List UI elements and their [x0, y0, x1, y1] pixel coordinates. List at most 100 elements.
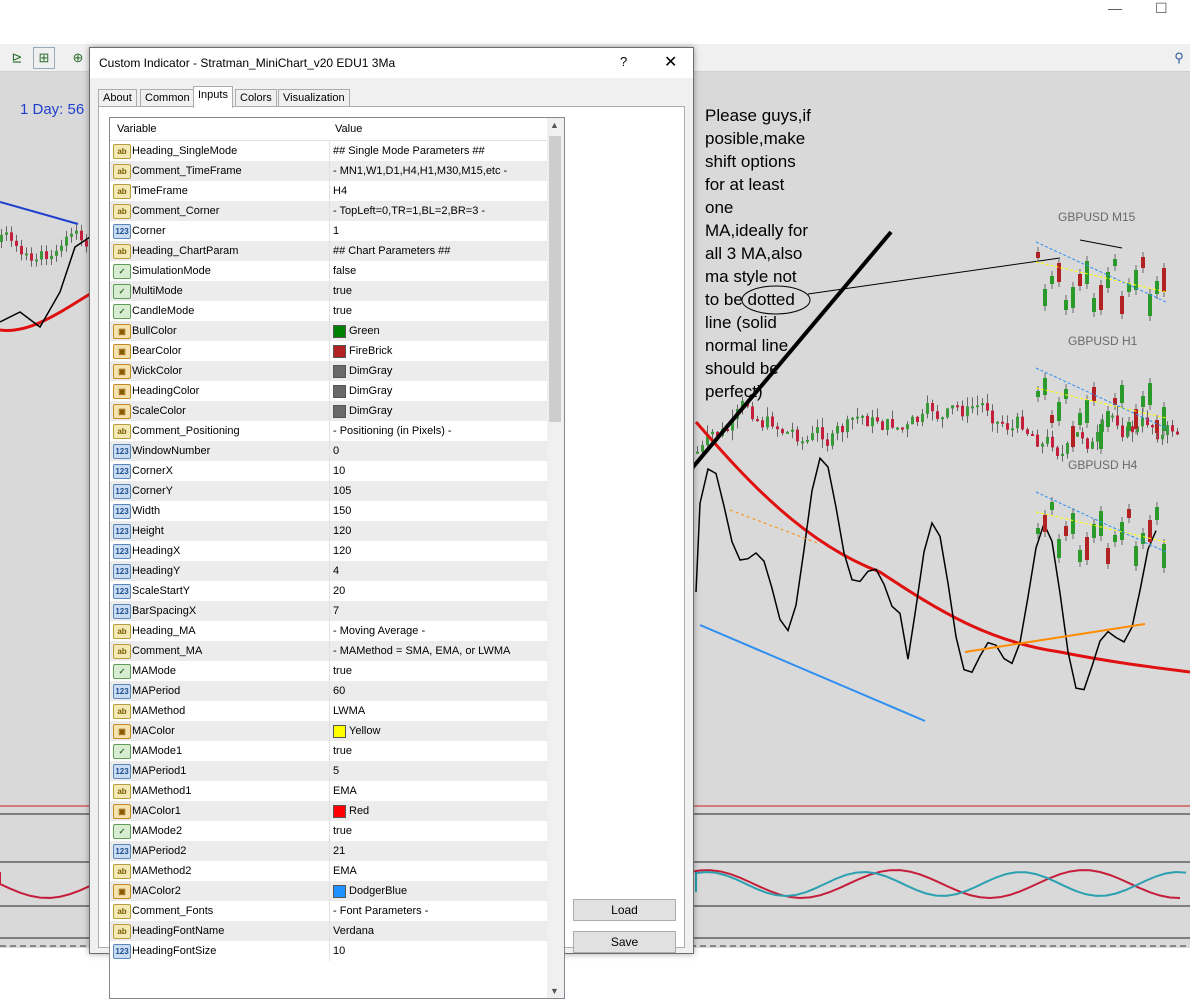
- table-row[interactable]: ▣ WickColor DimGray: [110, 361, 548, 381]
- close-button[interactable]: ✕: [664, 52, 677, 72]
- add-indicator-icon[interactable]: ⊕: [67, 47, 89, 69]
- tab-inputs[interactable]: Inputs: [193, 86, 233, 108]
- help-button[interactable]: ?: [620, 54, 627, 69]
- variable-value[interactable]: 120: [333, 545, 351, 557]
- table-row[interactable]: ab MAMethod LWMA: [110, 701, 548, 721]
- variable-value[interactable]: 5: [333, 765, 339, 777]
- variable-value[interactable]: - Font Parameters -: [333, 905, 428, 917]
- table-row[interactable]: ▣ MAColor2 DodgerBlue: [110, 881, 548, 901]
- variable-value[interactable]: DimGray: [349, 405, 392, 417]
- table-row[interactable]: 123 CornerY 105: [110, 481, 548, 501]
- variable-value[interactable]: 20: [333, 585, 345, 597]
- table-row[interactable]: 123 Corner 1: [110, 221, 548, 241]
- variable-value[interactable]: 0: [333, 445, 339, 457]
- scroll-chart-icon[interactable]: ⊵: [6, 47, 28, 69]
- variable-value[interactable]: Green: [349, 325, 380, 337]
- table-row[interactable]: ▣ ScaleColor DimGray: [110, 401, 548, 421]
- table-row[interactable]: ✓ MultiMode true: [110, 281, 548, 301]
- table-row[interactable]: ✓ MAMode2 true: [110, 821, 548, 841]
- scroll-down-icon[interactable]: ▼: [550, 986, 559, 996]
- scroll-up-icon[interactable]: ▲: [550, 120, 559, 130]
- scroll-thumb[interactable]: [549, 136, 561, 422]
- variable-value[interactable]: 10: [333, 465, 345, 477]
- variable-value[interactable]: 1: [333, 225, 339, 237]
- variable-value[interactable]: H4: [333, 185, 347, 197]
- inputs-table[interactable]: Variable Value ab Heading_SingleMode ## Si…: [109, 117, 549, 999]
- chart-shift-icon[interactable]: ⊞: [33, 47, 55, 69]
- variable-value[interactable]: false: [333, 265, 356, 277]
- table-row[interactable]: 123 MAPeriod 60: [110, 681, 548, 701]
- variable-value[interactable]: Yellow: [349, 725, 380, 737]
- tab-colors[interactable]: Colors: [235, 89, 277, 107]
- search-icon[interactable]: ⚲: [1168, 47, 1190, 69]
- table-row[interactable]: ab Comment_Positioning - Positioning (in …: [110, 421, 548, 441]
- table-row[interactable]: ▣ HeadingColor DimGray: [110, 381, 548, 401]
- variable-value[interactable]: ## Single Mode Parameters ##: [333, 145, 485, 157]
- variable-value[interactable]: DimGray: [349, 365, 392, 377]
- table-row[interactable]: ab Comment_TimeFrame - MN1,W1,D1,H4,H1,M3…: [110, 161, 548, 181]
- table-row[interactable]: 123 MAPeriod2 21: [110, 841, 548, 861]
- save-button[interactable]: Save: [573, 931, 676, 953]
- variable-value[interactable]: - MN1,W1,D1,H4,H1,M30,M15,etc -: [333, 165, 507, 177]
- table-row[interactable]: 123 HeadingY 4: [110, 561, 548, 581]
- variable-value[interactable]: 4: [333, 565, 339, 577]
- table-row[interactable]: ✓ MAMode1 true: [110, 741, 548, 761]
- variable-value[interactable]: - Positioning (in Pixels) -: [333, 425, 452, 437]
- table-row[interactable]: ✓ MAMode true: [110, 661, 548, 681]
- table-row[interactable]: ✓ CandleMode true: [110, 301, 548, 321]
- table-row[interactable]: ab Heading_ChartParam ## Chart Parameters …: [110, 241, 548, 261]
- table-row[interactable]: 123 HeadingX 120: [110, 541, 548, 561]
- variable-value[interactable]: true: [333, 665, 352, 677]
- table-row[interactable]: ab MAMethod2 EMA: [110, 861, 548, 881]
- table-row[interactable]: ✓ SimulationMode false: [110, 261, 548, 281]
- table-row[interactable]: ▣ BullColor Green: [110, 321, 548, 341]
- variable-value[interactable]: true: [333, 745, 352, 757]
- variable-value[interactable]: EMA: [333, 865, 357, 877]
- table-row[interactable]: ab TimeFrame H4: [110, 181, 548, 201]
- table-row[interactable]: ab MAMethod1 EMA: [110, 781, 548, 801]
- variable-value[interactable]: DodgerBlue: [349, 885, 407, 897]
- load-button[interactable]: Load: [573, 899, 676, 921]
- maximize-button[interactable]: ☐: [1155, 0, 1168, 17]
- variable-value[interactable]: 60: [333, 685, 345, 697]
- table-row[interactable]: ▣ MAColor Yellow: [110, 721, 548, 741]
- column-header-variable[interactable]: Variable: [117, 123, 157, 135]
- table-row[interactable]: 123 Width 150: [110, 501, 548, 521]
- table-row[interactable]: ▣ BearColor FireBrick: [110, 341, 548, 361]
- variable-value[interactable]: - Moving Average -: [333, 625, 425, 637]
- variable-value[interactable]: DimGray: [349, 385, 392, 397]
- table-row[interactable]: 123 MAPeriod1 5: [110, 761, 548, 781]
- variable-value[interactable]: Red: [349, 805, 369, 817]
- table-row[interactable]: 123 BarSpacingX 7: [110, 601, 548, 621]
- table-row[interactable]: 123 HeadingFontSize 10: [110, 941, 548, 961]
- variable-value[interactable]: ## Chart Parameters ##: [333, 245, 450, 257]
- table-row[interactable]: 123 ScaleStartY 20: [110, 581, 548, 601]
- variable-value[interactable]: true: [333, 825, 352, 837]
- table-row[interactable]: ab Comment_MA - MAMethod = SMA, EMA, or L…: [110, 641, 548, 661]
- variable-value[interactable]: - TopLeft=0,TR=1,BL=2,BR=3 -: [333, 205, 485, 217]
- tab-visualization[interactable]: Visualization: [278, 89, 350, 107]
- variable-value[interactable]: Verdana: [333, 925, 374, 937]
- variable-value[interactable]: - MAMethod = SMA, EMA, or LWMA: [333, 645, 510, 657]
- variable-value[interactable]: true: [333, 305, 352, 317]
- table-scrollbar[interactable]: ▲ ▼: [547, 117, 565, 999]
- table-row[interactable]: ab Heading_SingleMode ## Single Mode Param…: [110, 141, 548, 161]
- tab-about[interactable]: About: [98, 89, 137, 107]
- variable-value[interactable]: 105: [333, 485, 351, 497]
- variable-value[interactable]: 10: [333, 945, 345, 957]
- table-row[interactable]: ab Comment_Corner - TopLeft=0,TR=1,BL=2,B…: [110, 201, 548, 221]
- variable-value[interactable]: EMA: [333, 785, 357, 797]
- minimize-button[interactable]: —: [1108, 0, 1122, 16]
- column-header-value[interactable]: Value: [335, 123, 362, 135]
- tab-common[interactable]: Common: [140, 89, 195, 107]
- table-row[interactable]: ▣ MAColor1 Red: [110, 801, 548, 821]
- table-row[interactable]: ab Heading_MA - Moving Average -: [110, 621, 548, 641]
- variable-value[interactable]: FireBrick: [349, 345, 392, 357]
- variable-value[interactable]: 150: [333, 505, 351, 517]
- variable-value[interactable]: 21: [333, 845, 345, 857]
- table-row[interactable]: ab Comment_Fonts - Font Parameters -: [110, 901, 548, 921]
- variable-value[interactable]: true: [333, 285, 352, 297]
- variable-value[interactable]: 120: [333, 525, 351, 537]
- table-row[interactable]: 123 WindowNumber 0: [110, 441, 548, 461]
- table-row[interactable]: 123 Height 120: [110, 521, 548, 541]
